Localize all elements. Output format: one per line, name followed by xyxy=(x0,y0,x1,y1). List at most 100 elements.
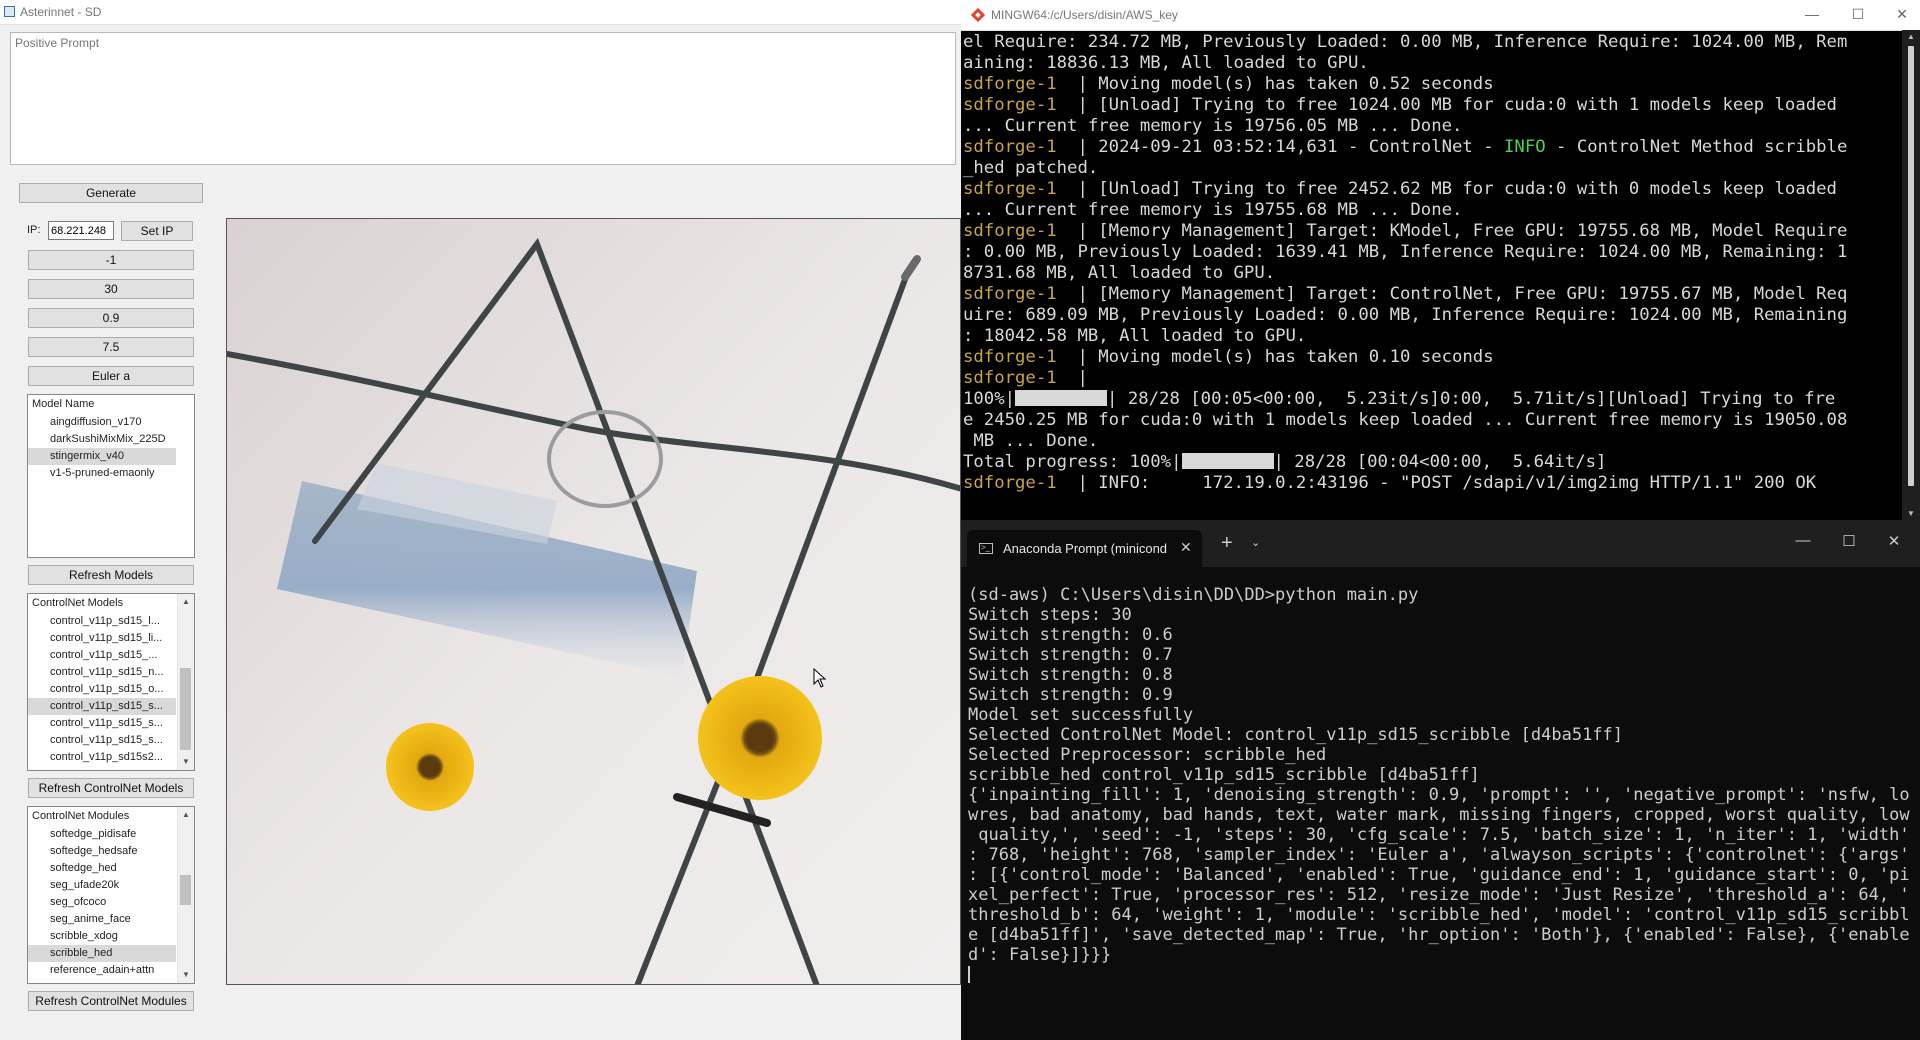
terminal-line: 8731.68 MB, All loaded to GPU. xyxy=(963,263,1276,283)
list-item[interactable]: control_v11p_sd15_s... xyxy=(28,698,176,715)
list-item[interactable]: aingdiffusion_v170 xyxy=(28,414,176,431)
list-item[interactable]: softedge_hedsafe xyxy=(28,843,176,860)
list-item[interactable]: seg_ofcoco xyxy=(28,894,176,911)
text-cursor xyxy=(968,966,970,983)
terminal-line: sdforge-1 | Moving model(s) has taken 0.… xyxy=(963,347,1494,367)
tab-anaconda-prompt[interactable]: >_ Anaconda Prompt (minicond ✕ xyxy=(967,530,1202,567)
tab-close-icon[interactable]: ✕ xyxy=(1180,539,1192,556)
terminal-line: Switch strength: 0.9 xyxy=(968,685,1173,705)
scroll-up-icon[interactable]: ▲ xyxy=(178,807,194,823)
terminal-line: el Require: 234.72 MB, Previously Loaded… xyxy=(963,32,1848,52)
terminal-line: ... Current free memory is 19755.68 MB .… xyxy=(963,200,1463,220)
refresh-models-button[interactable]: Refresh Models xyxy=(28,565,194,585)
conda-terminal-output[interactable]: (sd-aws) C:\Users\disin\DD\DD>python mai… xyxy=(968,585,1913,1035)
git-bash-icon xyxy=(971,8,985,22)
list-item[interactable]: control_v11p_sd15_li... xyxy=(28,630,176,647)
terminal-line: Selected ControlNet Model: control_v11p_… xyxy=(968,725,1624,745)
generate-button[interactable]: Generate xyxy=(19,183,203,203)
maximize-icon[interactable]: ☐ xyxy=(1831,532,1867,550)
controlnet-models-list[interactable]: ControlNet Models control_v11p_sd15_l...… xyxy=(27,593,195,771)
scroll-down-icon[interactable]: ▼ xyxy=(178,967,194,983)
controlnet-modules-scrollbar[interactable]: ▲ ▼ xyxy=(177,807,194,983)
terminal-line: Switch strength: 0.6 xyxy=(968,625,1173,645)
list-item[interactable]: control_v11p_sd15_s... xyxy=(28,732,176,749)
app-title: Asterinnet - SD xyxy=(20,5,102,19)
scroll-down-icon[interactable]: ▼ xyxy=(1902,509,1920,518)
model-list[interactable]: Model Name aingdiffusion_v170 darkSushiMi… xyxy=(27,394,195,558)
terminal-line: sdforge-1 | [Unload] Trying to free 2452… xyxy=(963,179,1837,199)
list-item[interactable]: scribble_hed xyxy=(28,945,176,962)
terminal-line: d': False}]}}} xyxy=(968,945,1112,965)
set-ip-button[interactable]: Set IP xyxy=(121,221,193,241)
app-titlebar: Asterinnet - SD xyxy=(0,0,961,25)
steps-field[interactable]: 30 xyxy=(28,279,194,299)
terminal-line: Total progress: 100%| | 28/28 [00:04<00:0… xyxy=(963,452,1607,472)
ip-input[interactable] xyxy=(48,221,114,240)
terminal-line: sdforge-1 | xyxy=(963,368,1088,388)
generated-image-artwork xyxy=(227,219,960,984)
controlnet-modules-list[interactable]: ControlNet Modules softedge_pidisafe soft… xyxy=(27,806,195,984)
terminal-line: e [d4ba51ff]', 'save_detected_map': True… xyxy=(968,925,1910,945)
list-item[interactable]: seg_anime_face xyxy=(28,911,176,928)
terminal-icon: >_ xyxy=(979,543,993,554)
bash-terminal-output[interactable]: el Require: 234.72 MB, Previously Loaded… xyxy=(961,32,1904,514)
cfg-scale-field[interactable]: 7.5 xyxy=(28,337,194,357)
bash-title: MINGW64:/c/Users/disin/AWS_key xyxy=(991,8,1178,22)
terminal-line: ... Current free memory is 19756.05 MB .… xyxy=(963,116,1463,136)
terminal-line: aining: 18836.13 MB, All loaded to GPU. xyxy=(963,53,1369,73)
list-item[interactable]: control_v11p_sd15_s... xyxy=(28,715,176,732)
list-item[interactable]: stingermix_v40 xyxy=(28,448,176,465)
flower-left xyxy=(386,723,474,811)
maximize-icon[interactable]: ☐ xyxy=(1843,6,1873,23)
terminal-line: sdforge-1 | 2024-09-21 03:52:14,631 - Co… xyxy=(963,137,1848,157)
list-item[interactable]: reference_adain+attn xyxy=(28,962,176,979)
new-tab-plus-icon[interactable]: + xyxy=(1221,532,1233,555)
scroll-up-icon[interactable]: ▲ xyxy=(1902,32,1920,41)
bash-scrollbar[interactable]: ▲ ▼ xyxy=(1902,30,1920,520)
scroll-thumb[interactable] xyxy=(180,875,191,905)
list-item[interactable]: darkSushiMixMix_225D xyxy=(28,431,176,448)
terminal-line: wres, bad anatomy, bad hands, text, wate… xyxy=(968,805,1910,825)
list-item[interactable]: control_v11p_sd15s2... xyxy=(28,749,176,766)
list-item[interactable]: scribble_xdog xyxy=(28,928,176,945)
positive-prompt-input[interactable] xyxy=(10,32,956,165)
minimize-icon[interactable]: — xyxy=(1797,6,1827,22)
terminal-line: sdforge-1 | Moving model(s) has taken 0.… xyxy=(963,74,1494,94)
scroll-thumb[interactable] xyxy=(1908,46,1914,486)
scroll-up-icon[interactable]: ▲ xyxy=(178,594,194,610)
list-item[interactable]: control_v11p_sd15_... xyxy=(28,647,176,664)
list-item[interactable]: control_v11p_sd15_l... xyxy=(28,613,176,630)
seed-field[interactable]: -1 xyxy=(28,250,194,270)
generated-image xyxy=(226,218,961,985)
refresh-controlnet-models-button[interactable]: Refresh ControlNet Models xyxy=(28,778,194,798)
list-item[interactable]: seg_ufade20k xyxy=(28,877,176,894)
list-item[interactable]: v1-5-pruned-emaonly xyxy=(28,465,176,482)
list-item[interactable]: softedge_pidisafe xyxy=(28,826,176,843)
list-item[interactable]: softedge_hed xyxy=(28,860,176,877)
close-icon[interactable]: ✕ xyxy=(1887,6,1917,23)
close-icon[interactable]: ✕ xyxy=(1876,532,1912,550)
strength-field[interactable]: 0.9 xyxy=(28,308,194,328)
list-item[interactable]: control_v11p_sd15_n... xyxy=(28,664,176,681)
controlnet-models-scrollbar[interactable]: ▲ ▼ xyxy=(177,594,194,770)
terminal-line: : [{'control_mode': 'Balanced', 'enabled… xyxy=(968,865,1910,885)
terminal-line: (sd-aws) C:\Users\disin\DD\DD>python mai… xyxy=(968,585,1419,605)
terminal-line: sdforge-1 | [Unload] Trying to free 1024… xyxy=(963,95,1837,115)
controlnet-models-items[interactable]: control_v11p_sd15_l... control_v11p_sd15_… xyxy=(28,613,194,766)
controlnet-modules-items[interactable]: softedge_pidisafe softedge_hedsafe softedg… xyxy=(28,826,194,979)
terminal-line: xel_perfect': True, 'processor_res': 512… xyxy=(968,885,1910,905)
terminal-line: {'inpainting_fill': 1, 'denoising_streng… xyxy=(968,785,1910,805)
refresh-controlnet-modules-button[interactable]: Refresh ControlNet Modules xyxy=(28,991,194,1011)
chevron-down-icon[interactable]: ⌄ xyxy=(1251,536,1260,549)
sd-client-window: Asterinnet - SD Generate IP: Set IP -1 3… xyxy=(0,0,961,1040)
model-list-items[interactable]: aingdiffusion_v170 darkSushiMixMix_225D st… xyxy=(28,414,194,482)
anaconda-terminal-window: >_ Anaconda Prompt (minicond ✕ + ⌄ — ☐ ✕… xyxy=(961,520,1920,1040)
mouse-pointer-icon xyxy=(813,668,827,688)
list-item[interactable]: control_v11p_sd15_o... xyxy=(28,681,176,698)
flower-right xyxy=(698,676,822,800)
terminal-line: uire: 689.09 MB, Previously Loaded: 0.00… xyxy=(963,305,1848,325)
minimize-icon[interactable]: — xyxy=(1785,532,1821,549)
scroll-thumb[interactable] xyxy=(180,668,191,750)
scroll-down-icon[interactable]: ▼ xyxy=(178,754,194,770)
sampler-field[interactable]: Euler a xyxy=(28,366,194,386)
